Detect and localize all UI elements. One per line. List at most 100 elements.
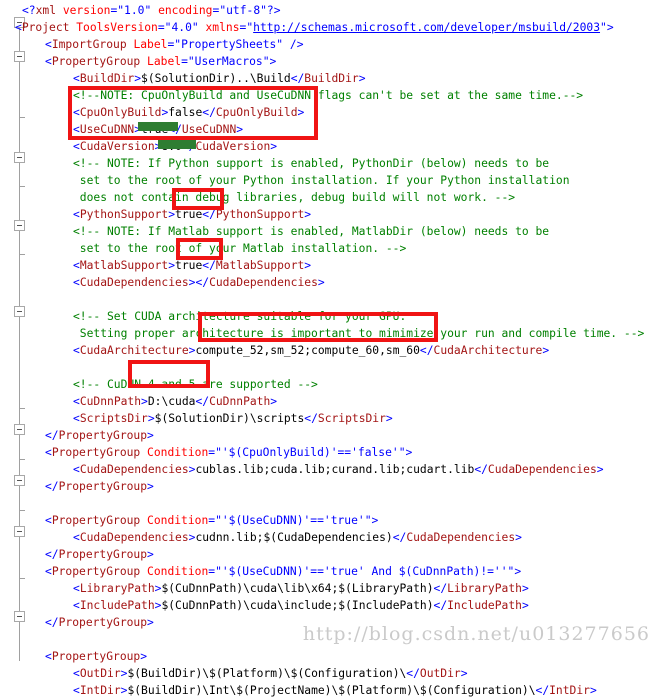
code-token: PropertyGroup	[51, 650, 141, 663]
code-token: PropertyGroup	[51, 55, 141, 68]
code-line[interactable]: <BuildDir>$(SolutionDir)..\Build</BuildD…	[0, 70, 366, 87]
code-token: cublas.lib;cuda.lib;curand.lib;cudart.li…	[195, 463, 475, 476]
code-line[interactable]: <OutDir>$(BuildDir)\$(Platform)\$(Config…	[0, 665, 468, 682]
code-token: <	[45, 55, 52, 68]
code-token: <!-- CuDNN 4 and 5 are supported -->	[73, 378, 318, 391]
code-token: CudaDependencies	[79, 531, 189, 544]
code-line[interactable]: <PropertyGroup Label="UserMacros">	[0, 53, 276, 70]
code-line[interactable]	[0, 631, 45, 648]
code-token: >	[147, 412, 155, 425]
code-token: false	[168, 106, 203, 119]
code-token: >	[405, 446, 413, 459]
code-token: </	[202, 208, 216, 221]
code-token: >	[270, 395, 278, 408]
code-token: ToolsVersion	[76, 21, 158, 34]
code-line[interactable]: <PropertyGroup>	[0, 648, 147, 665]
code-token: <	[73, 123, 80, 136]
code-line[interactable]: <!-- NOTE: If Python support is enabled,…	[0, 155, 549, 172]
code-line[interactable]: <CudaVersion>8.0</CudaVersion>	[0, 138, 277, 155]
code-line[interactable]: <!-- CuDNN 4 and 5 are supported -->	[0, 376, 318, 393]
code-line[interactable]: <?xml version="1.0" encoding="utf-8"?>	[0, 2, 281, 19]
code-token: </	[406, 667, 420, 680]
code-token: <	[73, 463, 80, 476]
code-line[interactable]: <PythonSupport>true</PythonSupport>	[0, 206, 311, 223]
code-line[interactable]: Setting proper architecture is important…	[0, 325, 645, 342]
code-token: <?	[22, 4, 36, 17]
code-line[interactable]: <ImportGroup Label="PropertySheets" />	[0, 36, 304, 53]
code-token: >	[596, 463, 604, 476]
code-token: BuildDir	[304, 72, 359, 85]
code-token: compute_52,sm_52;compute_60,sm_60	[195, 344, 420, 357]
code-token: LibraryPath	[447, 582, 522, 595]
code-token: <	[73, 106, 80, 119]
code-token: CuDnnPath	[79, 395, 142, 408]
code-token: Setting proper architecture is important…	[73, 327, 645, 340]
code-token: </	[45, 616, 59, 629]
code-token: true	[141, 123, 169, 136]
code-line[interactable]: <CudaDependencies>cublas.lib;cuda.lib;cu…	[0, 461, 604, 478]
code-token: $(CuDnnPath)\cuda\include;$(IncludePath)	[161, 599, 434, 612]
code-token: >	[371, 514, 379, 527]
code-token: >	[304, 208, 312, 221]
code-token: $(SolutionDir)..\Build	[141, 72, 291, 85]
code-line[interactable]: <CudaDependencies>cudnn.lib;$(CudaDepend…	[0, 529, 522, 546]
code-token: />	[289, 38, 304, 51]
code-line[interactable]: <PropertyGroup Condition="'$(UseCuDNN)'=…	[0, 512, 378, 529]
code-token: Condition	[147, 565, 209, 578]
code-line[interactable]: </PropertyGroup>	[0, 546, 154, 563]
code-line[interactable]: <!-- NOTE: If Matlab support is enabled,…	[0, 223, 549, 240]
code-line[interactable]: </PropertyGroup>	[0, 427, 154, 444]
code-line[interactable]: <MatlabSupport>true</MatlabSupport>	[0, 257, 311, 274]
code-text-area[interactable]: <?xml version="1.0" encoding="utf-8"?> <P…	[0, 0, 654, 697]
code-line[interactable]: set to the root of your Python installat…	[0, 172, 570, 189]
xml-code-editor[interactable]: <?xml version="1.0" encoding="utf-8"?> <P…	[0, 0, 654, 697]
code-line[interactable]: <UseCuDNN>true</UseCuDNN>	[0, 121, 243, 138]
code-token: >	[606, 21, 614, 34]
code-line[interactable]: <IncludePath>$(CuDnnPath)\cuda\include;$…	[0, 597, 529, 614]
code-line[interactable]: <CudaArchitecture>compute_52,sm_52;compu…	[0, 342, 549, 359]
code-line[interactable]: <!--NOTE: CpuOnlyBuild and UseCuDNN flag…	[0, 87, 583, 104]
code-token: <	[73, 208, 80, 221]
code-token: <	[73, 344, 80, 357]
code-line[interactable]: </PropertyGroup>	[0, 614, 154, 631]
code-token: CuDnnPath	[209, 395, 271, 408]
code-line[interactable]	[0, 495, 45, 512]
code-line[interactable]: <PropertyGroup Condition="'$(UseCuDNN)'=…	[0, 563, 521, 580]
code-token: >	[147, 429, 154, 442]
code-line[interactable]	[0, 291, 73, 308]
code-token: </	[45, 429, 59, 442]
code-token: CudaArchitecture	[79, 344, 189, 357]
code-token: >	[120, 667, 128, 680]
code-token: <	[45, 650, 52, 663]
code-line[interactable]: <CuDnnPath>D:\cuda</CuDnnPath>	[0, 393, 277, 410]
code-token: $(CuDnnPath)\cuda\lib\x64;$(LibraryPath)	[161, 582, 434, 595]
code-line[interactable]: <LibraryPath>$(CuDnnPath)\cuda\lib\x64;$…	[0, 580, 529, 597]
code-token: </	[433, 582, 448, 595]
code-token: >	[304, 259, 312, 272]
code-token: <	[73, 684, 80, 697]
namespace-url-link[interactable]: http://schemas.microsoft.com/developer/m…	[253, 21, 600, 34]
code-token: >	[140, 650, 148, 663]
code-line[interactable]: <ScriptsDir>$(SolutionDir)\scripts</Scri…	[0, 410, 393, 427]
code-line[interactable]: <IntDir>$(BuildDir)\Int\$(ProjectName)\$…	[0, 682, 597, 699]
code-token: >	[120, 684, 128, 697]
code-line[interactable]: does not contain debug libraries, debug …	[0, 189, 515, 206]
code-line[interactable]: set to the root of your Matlab installat…	[0, 240, 406, 257]
code-line[interactable]: <CpuOnlyBuild>false</CpuOnlyBuild>	[0, 104, 304, 121]
code-token: <	[73, 412, 80, 425]
code-line[interactable]: <CudaDependencies></CudaDependencies>	[0, 274, 325, 291]
code-line[interactable]: <PropertyGroup Condition="'$(CpuOnlyBuil…	[0, 444, 412, 461]
code-token: PropertyGroup	[58, 480, 148, 493]
code-token: xmlns	[205, 21, 240, 34]
code-token: <	[73, 531, 80, 544]
code-token: "PropertySheets"	[174, 38, 284, 51]
code-line[interactable]: <!-- Set CUDA architecture suitable for …	[0, 308, 406, 325]
code-line[interactable]	[0, 359, 73, 376]
code-token: <	[73, 72, 80, 85]
code-token: UseCuDNN	[181, 123, 237, 136]
code-line[interactable]: <Project ToolsVersion="4.0" xmlns="http:…	[0, 19, 614, 36]
code-token: PropertyGroup	[58, 429, 148, 442]
code-line[interactable]: </PropertyGroup>	[0, 478, 154, 495]
code-token: "1.0"	[117, 4, 152, 17]
